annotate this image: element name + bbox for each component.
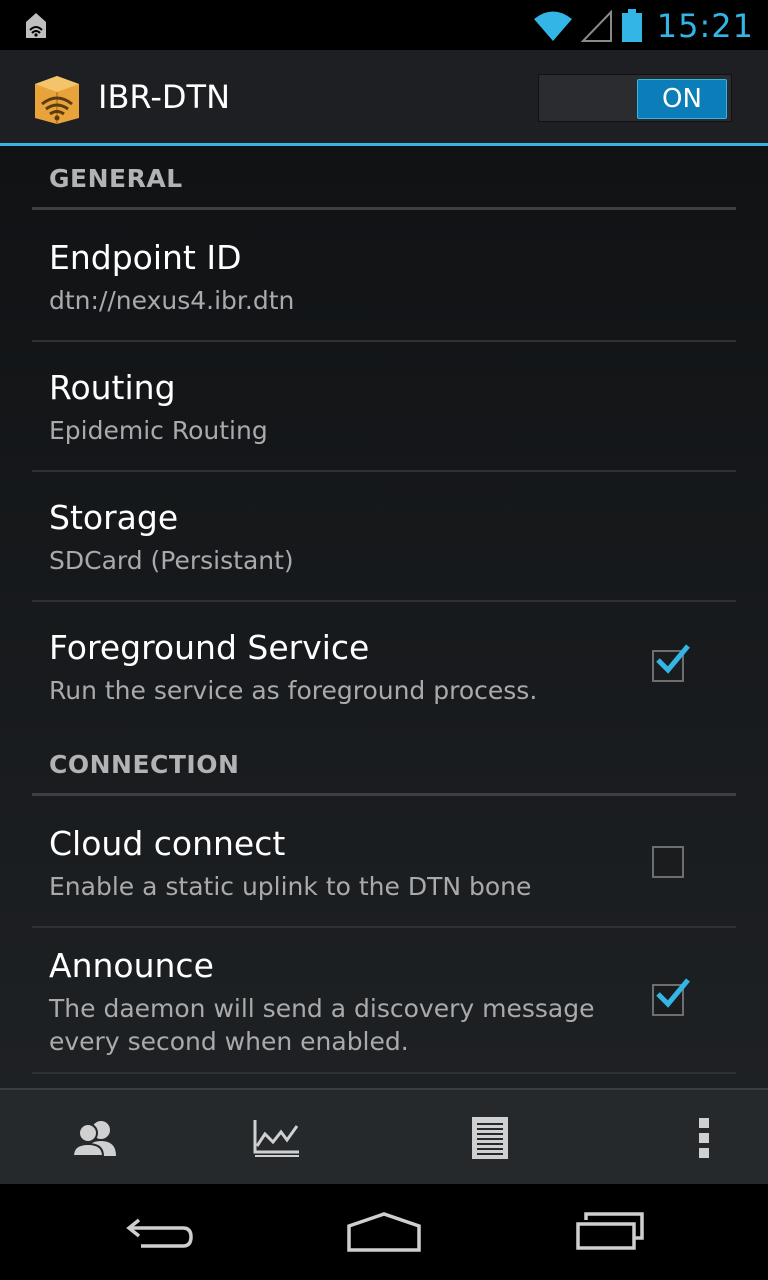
category-connection-label: CONNECTION xyxy=(49,750,240,779)
pref-cloud-connect-summary: Enable a static uplink to the DTN bone xyxy=(49,872,532,901)
pref-storage-summary: SDCard (Persistant) xyxy=(49,546,294,575)
pref-endpoint-id-title: Endpoint ID xyxy=(49,238,242,277)
category-general-label: GENERAL xyxy=(49,164,183,193)
checkmark-icon xyxy=(656,978,690,1008)
notification-icon xyxy=(26,13,46,38)
home-button[interactable] xyxy=(324,1200,444,1264)
navigation-bar xyxy=(0,1184,768,1280)
pref-endpoint-id-summary: dtn://nexus4.ibr.dtn xyxy=(49,286,295,315)
pref-storage-title: Storage xyxy=(49,498,179,537)
pref-announce-summary-line1: The daemon will send a discovery message xyxy=(49,994,595,1023)
wifi-icon xyxy=(533,11,572,41)
pref-foreground-service-title: Foreground Service xyxy=(49,628,370,667)
statistics-icon xyxy=(253,1120,299,1157)
pref-storage[interactable]: Storage SDCard (Persistant) xyxy=(32,472,736,602)
pref-announce-title: Announce xyxy=(49,946,214,985)
recents-button[interactable] xyxy=(550,1200,670,1264)
category-general: GENERAL xyxy=(32,146,736,210)
pref-routing[interactable]: Routing Epidemic Routing xyxy=(32,342,736,472)
pref-cloud-connect-title: Cloud connect xyxy=(49,824,286,863)
status-bar: 15:21 xyxy=(0,0,768,50)
bottom-action-bar xyxy=(0,1088,768,1184)
pref-announce[interactable]: Announce The daemon will send a discover… xyxy=(32,928,736,1074)
toggle-thumb: ON xyxy=(637,79,727,119)
pref-foreground-service-summary: Run the service as foreground process. xyxy=(49,676,538,705)
announce-checkbox[interactable] xyxy=(652,978,690,1016)
cloud-connect-checkbox[interactable] xyxy=(652,846,684,878)
log-button[interactable] xyxy=(394,1090,586,1186)
pref-announce-summary-line2: every second when enabled. xyxy=(49,1027,409,1056)
action-bar: IBR-DTN ON xyxy=(0,50,768,146)
back-button[interactable] xyxy=(100,1200,220,1264)
battery-icon xyxy=(621,9,642,42)
daemon-toggle-switch[interactable]: ON xyxy=(538,74,732,122)
neighbors-icon xyxy=(71,1121,116,1157)
back-icon xyxy=(126,1218,193,1248)
pref-cloud-connect[interactable]: Cloud connect Enable a static uplink to … xyxy=(32,796,736,928)
app-title: IBR-DTN xyxy=(98,78,230,116)
app-logo-icon[interactable] xyxy=(32,66,82,126)
overflow-menu-icon xyxy=(699,1118,709,1158)
status-icons: 15:21 xyxy=(533,6,754,46)
checkmark-icon xyxy=(656,644,690,674)
overflow-menu-button[interactable] xyxy=(608,1090,768,1186)
recents-icon xyxy=(576,1212,644,1250)
category-connection: CONNECTION xyxy=(32,732,736,796)
foreground-service-checkbox[interactable] xyxy=(652,644,690,682)
home-icon xyxy=(347,1212,421,1252)
statistics-button[interactable] xyxy=(180,1090,372,1186)
log-icon xyxy=(472,1117,508,1159)
screen: 15:21 IBR-DTN ON GENERAL Endpoint ID dtn… xyxy=(0,0,768,1280)
signal-icon xyxy=(580,10,612,42)
preferences-list[interactable]: GENERAL Endpoint ID dtn://nexus4.ibr.dtn… xyxy=(0,146,768,1088)
neighbors-button[interactable] xyxy=(0,1090,192,1186)
pref-endpoint-id[interactable]: Endpoint ID dtn://nexus4.ibr.dtn xyxy=(32,210,736,342)
clock: 15:21 xyxy=(656,7,754,45)
pref-routing-summary: Epidemic Routing xyxy=(49,416,268,445)
pref-foreground-service[interactable]: Foreground Service Run the service as fo… xyxy=(32,602,736,732)
pref-routing-title: Routing xyxy=(49,368,176,407)
